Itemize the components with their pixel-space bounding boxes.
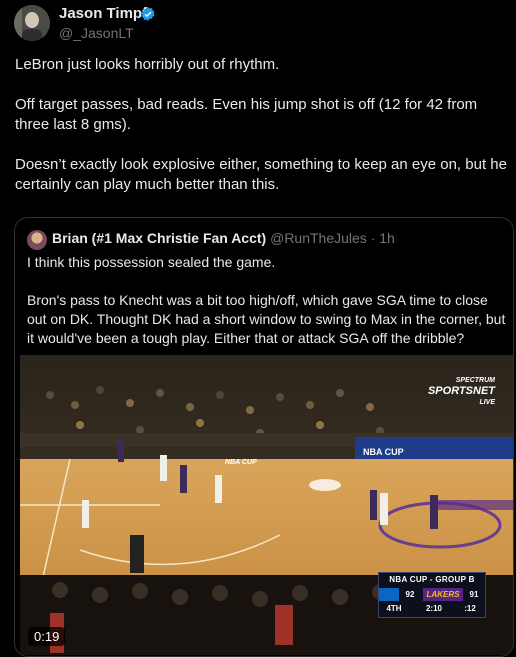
- quoted-author-name[interactable]: Brian (#1 Max Christie Fan Acct): [52, 230, 266, 246]
- scorebug: NBA CUP - GROUP B 92 LAKERS 91 4TH 2:10 …: [378, 572, 486, 618]
- quoted-tweet-text: I think this possession sealed the game.…: [27, 254, 506, 346]
- home-score: 91: [469, 590, 479, 599]
- quoted-author-avatar[interactable]: [27, 230, 47, 250]
- home-team-name: LAKERS: [423, 588, 463, 601]
- broadcaster-watermark: SPECTRUM SPORTSNET LIVE: [427, 377, 495, 406]
- video-duration: 0:19: [28, 627, 66, 646]
- author-avatar[interactable]: [14, 5, 50, 41]
- author-handle[interactable]: @_JasonLT: [59, 25, 134, 41]
- author-name[interactable]: Jason Timpf: [59, 5, 147, 22]
- quoted-tweet-header: Brian (#1 Max Christie Fan Acct) @RunThe…: [52, 230, 395, 246]
- time-separator: ·: [370, 230, 376, 246]
- video-player[interactable]: NBA CUP NBA CUP SPECTRUM SPORTSNET LIVE …: [20, 355, 513, 655]
- scorebug-title: NBA CUP - GROUP B: [389, 575, 475, 584]
- court-logo: NBA CUP: [225, 459, 257, 466]
- game-clock: 2:10: [425, 604, 442, 613]
- verified-badge-icon: [141, 7, 155, 21]
- away-score: 92: [405, 590, 415, 599]
- scorebug-time: 4TH 2:10 :12: [379, 602, 485, 615]
- quoted-time[interactable]: 1h: [379, 230, 395, 246]
- arena-banner: NBA CUP: [363, 447, 404, 457]
- scorebug-teams: 92 LAKERS 91: [379, 588, 485, 601]
- shot-clock: :12: [464, 604, 476, 613]
- tweet-text: LeBron just looks horribly out of rhythm…: [15, 56, 507, 193]
- quoted-tweet[interactable]: Brian (#1 Max Christie Fan Acct) @RunThe…: [14, 217, 514, 657]
- away-team-logo-icon: [379, 588, 399, 601]
- quoted-author-handle[interactable]: @RunTheJules: [270, 230, 367, 246]
- quarter: 4TH: [386, 604, 402, 613]
